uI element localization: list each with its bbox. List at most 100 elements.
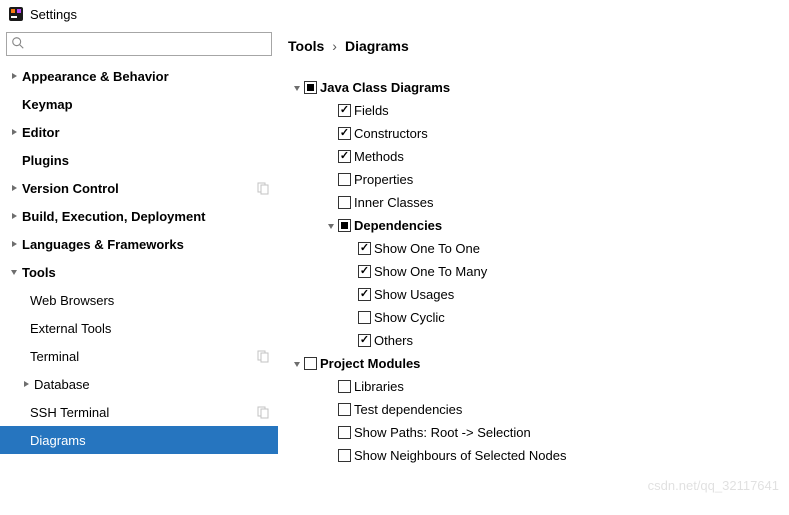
settings-row: Show One To One <box>290 237 789 260</box>
settings-row-label: Others <box>374 333 413 348</box>
search-box[interactable] <box>6 32 272 56</box>
sidebar-item-label: Tools <box>22 265 278 280</box>
checkbox[interactable] <box>304 81 317 94</box>
sidebar-item-label: Plugins <box>22 153 278 168</box>
settings-row: Libraries <box>290 375 789 398</box>
app-icon <box>8 6 24 22</box>
checkbox[interactable] <box>358 288 371 301</box>
sidebar-item-terminal[interactable]: Terminal <box>0 342 278 370</box>
expand-arrow-icon[interactable] <box>6 128 22 136</box>
sidebar-item-label: Editor <box>22 125 278 140</box>
expand-arrow-icon[interactable] <box>18 380 34 388</box>
sidebar-item-tools[interactable]: Tools <box>0 258 278 286</box>
copy-icon <box>256 181 270 195</box>
expand-arrow-icon[interactable] <box>6 240 22 248</box>
sidebar-item-label: Web Browsers <box>30 293 278 308</box>
expand-arrow-icon[interactable] <box>6 72 22 80</box>
settings-row: Fields <box>290 99 789 122</box>
settings-row: Test dependencies <box>290 398 789 421</box>
expand-arrow-icon[interactable] <box>324 222 338 230</box>
sidebar-item-plugins[interactable]: Plugins <box>0 146 278 174</box>
settings-row: Java Class Diagrams <box>290 76 789 99</box>
checkbox[interactable] <box>338 173 351 186</box>
window-title: Settings <box>30 7 77 22</box>
settings-row-label: Properties <box>354 172 413 187</box>
expand-arrow-icon[interactable] <box>290 84 304 92</box>
settings-row: Properties <box>290 168 789 191</box>
settings-row: Inner Classes <box>290 191 789 214</box>
sidebar-item-label: SSH Terminal <box>30 405 256 420</box>
sidebar-item-label: Diagrams <box>30 433 278 448</box>
sidebar-item-web-browsers[interactable]: Web Browsers <box>0 286 278 314</box>
checkbox[interactable] <box>358 242 371 255</box>
sidebar: Appearance & Behavior Keymap Editor Plugins… <box>0 28 278 515</box>
settings-row-label: Show Cyclic <box>374 310 445 325</box>
checkbox[interactable] <box>338 380 351 393</box>
title-bar: Settings <box>0 0 789 28</box>
sidebar-item-ssh-terminal[interactable]: SSH Terminal <box>0 398 278 426</box>
sidebar-item-diagrams[interactable]: Diagrams <box>0 426 278 454</box>
sidebar-item-appearance-behavior[interactable]: Appearance & Behavior <box>0 62 278 90</box>
sidebar-item-version-control[interactable]: Version Control <box>0 174 278 202</box>
checkbox[interactable] <box>338 426 351 439</box>
sidebar-item-label: External Tools <box>30 321 278 336</box>
sidebar-item-keymap[interactable]: Keymap <box>0 90 278 118</box>
expand-arrow-icon[interactable] <box>290 360 304 368</box>
checkbox[interactable] <box>338 127 351 140</box>
settings-row-label: Show One To Many <box>374 264 487 279</box>
checkbox[interactable] <box>338 150 351 163</box>
sidebar-item-label: Keymap <box>22 97 278 112</box>
settings-row-label: Test dependencies <box>354 402 462 417</box>
settings-row: Project Modules <box>290 352 789 375</box>
settings-row-label: Methods <box>354 149 404 164</box>
settings-row-label: Show Paths: Root -> Selection <box>354 425 531 440</box>
search-input[interactable] <box>29 37 267 52</box>
settings-row-label: Show Usages <box>374 287 454 302</box>
settings-row-label: Project Modules <box>320 356 420 371</box>
settings-row: Constructors <box>290 122 789 145</box>
sidebar-item-label: Database <box>34 377 278 392</box>
settings-row-label: Dependencies <box>354 218 442 233</box>
search-icon <box>11 36 25 53</box>
settings-row: Others <box>290 329 789 352</box>
sidebar-item-build-execution-deployment[interactable]: Build, Execution, Deployment <box>0 202 278 230</box>
checkbox[interactable] <box>304 357 317 370</box>
sidebar-tree: Appearance & Behavior Keymap Editor Plugins… <box>0 62 278 515</box>
sidebar-item-label: Terminal <box>30 349 256 364</box>
checkbox[interactable] <box>358 334 371 347</box>
breadcrumb: Tools › Diagrams <box>284 38 789 54</box>
expand-arrow-icon[interactable] <box>6 268 22 276</box>
expand-arrow-icon[interactable] <box>6 184 22 192</box>
settings-row: Methods <box>290 145 789 168</box>
settings-row: Show Usages <box>290 283 789 306</box>
sidebar-item-database[interactable]: Database <box>0 370 278 398</box>
settings-row-label: Fields <box>354 103 389 118</box>
settings-row-label: Inner Classes <box>354 195 433 210</box>
sidebar-item-external-tools[interactable]: External Tools <box>0 314 278 342</box>
settings-row: Show Paths: Root -> Selection <box>290 421 789 444</box>
sidebar-item-label: Version Control <box>22 181 256 196</box>
expand-arrow-icon[interactable] <box>6 212 22 220</box>
sidebar-item-editor[interactable]: Editor <box>0 118 278 146</box>
copy-icon <box>256 349 270 363</box>
checkbox[interactable] <box>358 265 371 278</box>
settings-tree: Java Class Diagrams Fields Constructors Met… <box>284 76 789 467</box>
sidebar-item-languages-frameworks[interactable]: Languages & Frameworks <box>0 230 278 258</box>
sidebar-item-label: Build, Execution, Deployment <box>22 209 278 224</box>
sidebar-item-label: Appearance & Behavior <box>22 69 278 84</box>
settings-row: Show One To Many <box>290 260 789 283</box>
sidebar-item-label: Languages & Frameworks <box>22 237 278 252</box>
checkbox[interactable] <box>338 449 351 462</box>
checkbox[interactable] <box>358 311 371 324</box>
main-panel: Tools › Diagrams Java Class Diagrams Fiel… <box>278 28 789 515</box>
settings-row-label: Java Class Diagrams <box>320 80 450 95</box>
breadcrumb-separator: › <box>332 38 337 54</box>
checkbox[interactable] <box>338 403 351 416</box>
checkbox[interactable] <box>338 219 351 232</box>
breadcrumb-part[interactable]: Tools <box>288 38 324 54</box>
copy-icon <box>256 405 270 419</box>
checkbox[interactable] <box>338 196 351 209</box>
settings-row-label: Libraries <box>354 379 404 394</box>
settings-row: Dependencies <box>290 214 789 237</box>
checkbox[interactable] <box>338 104 351 117</box>
